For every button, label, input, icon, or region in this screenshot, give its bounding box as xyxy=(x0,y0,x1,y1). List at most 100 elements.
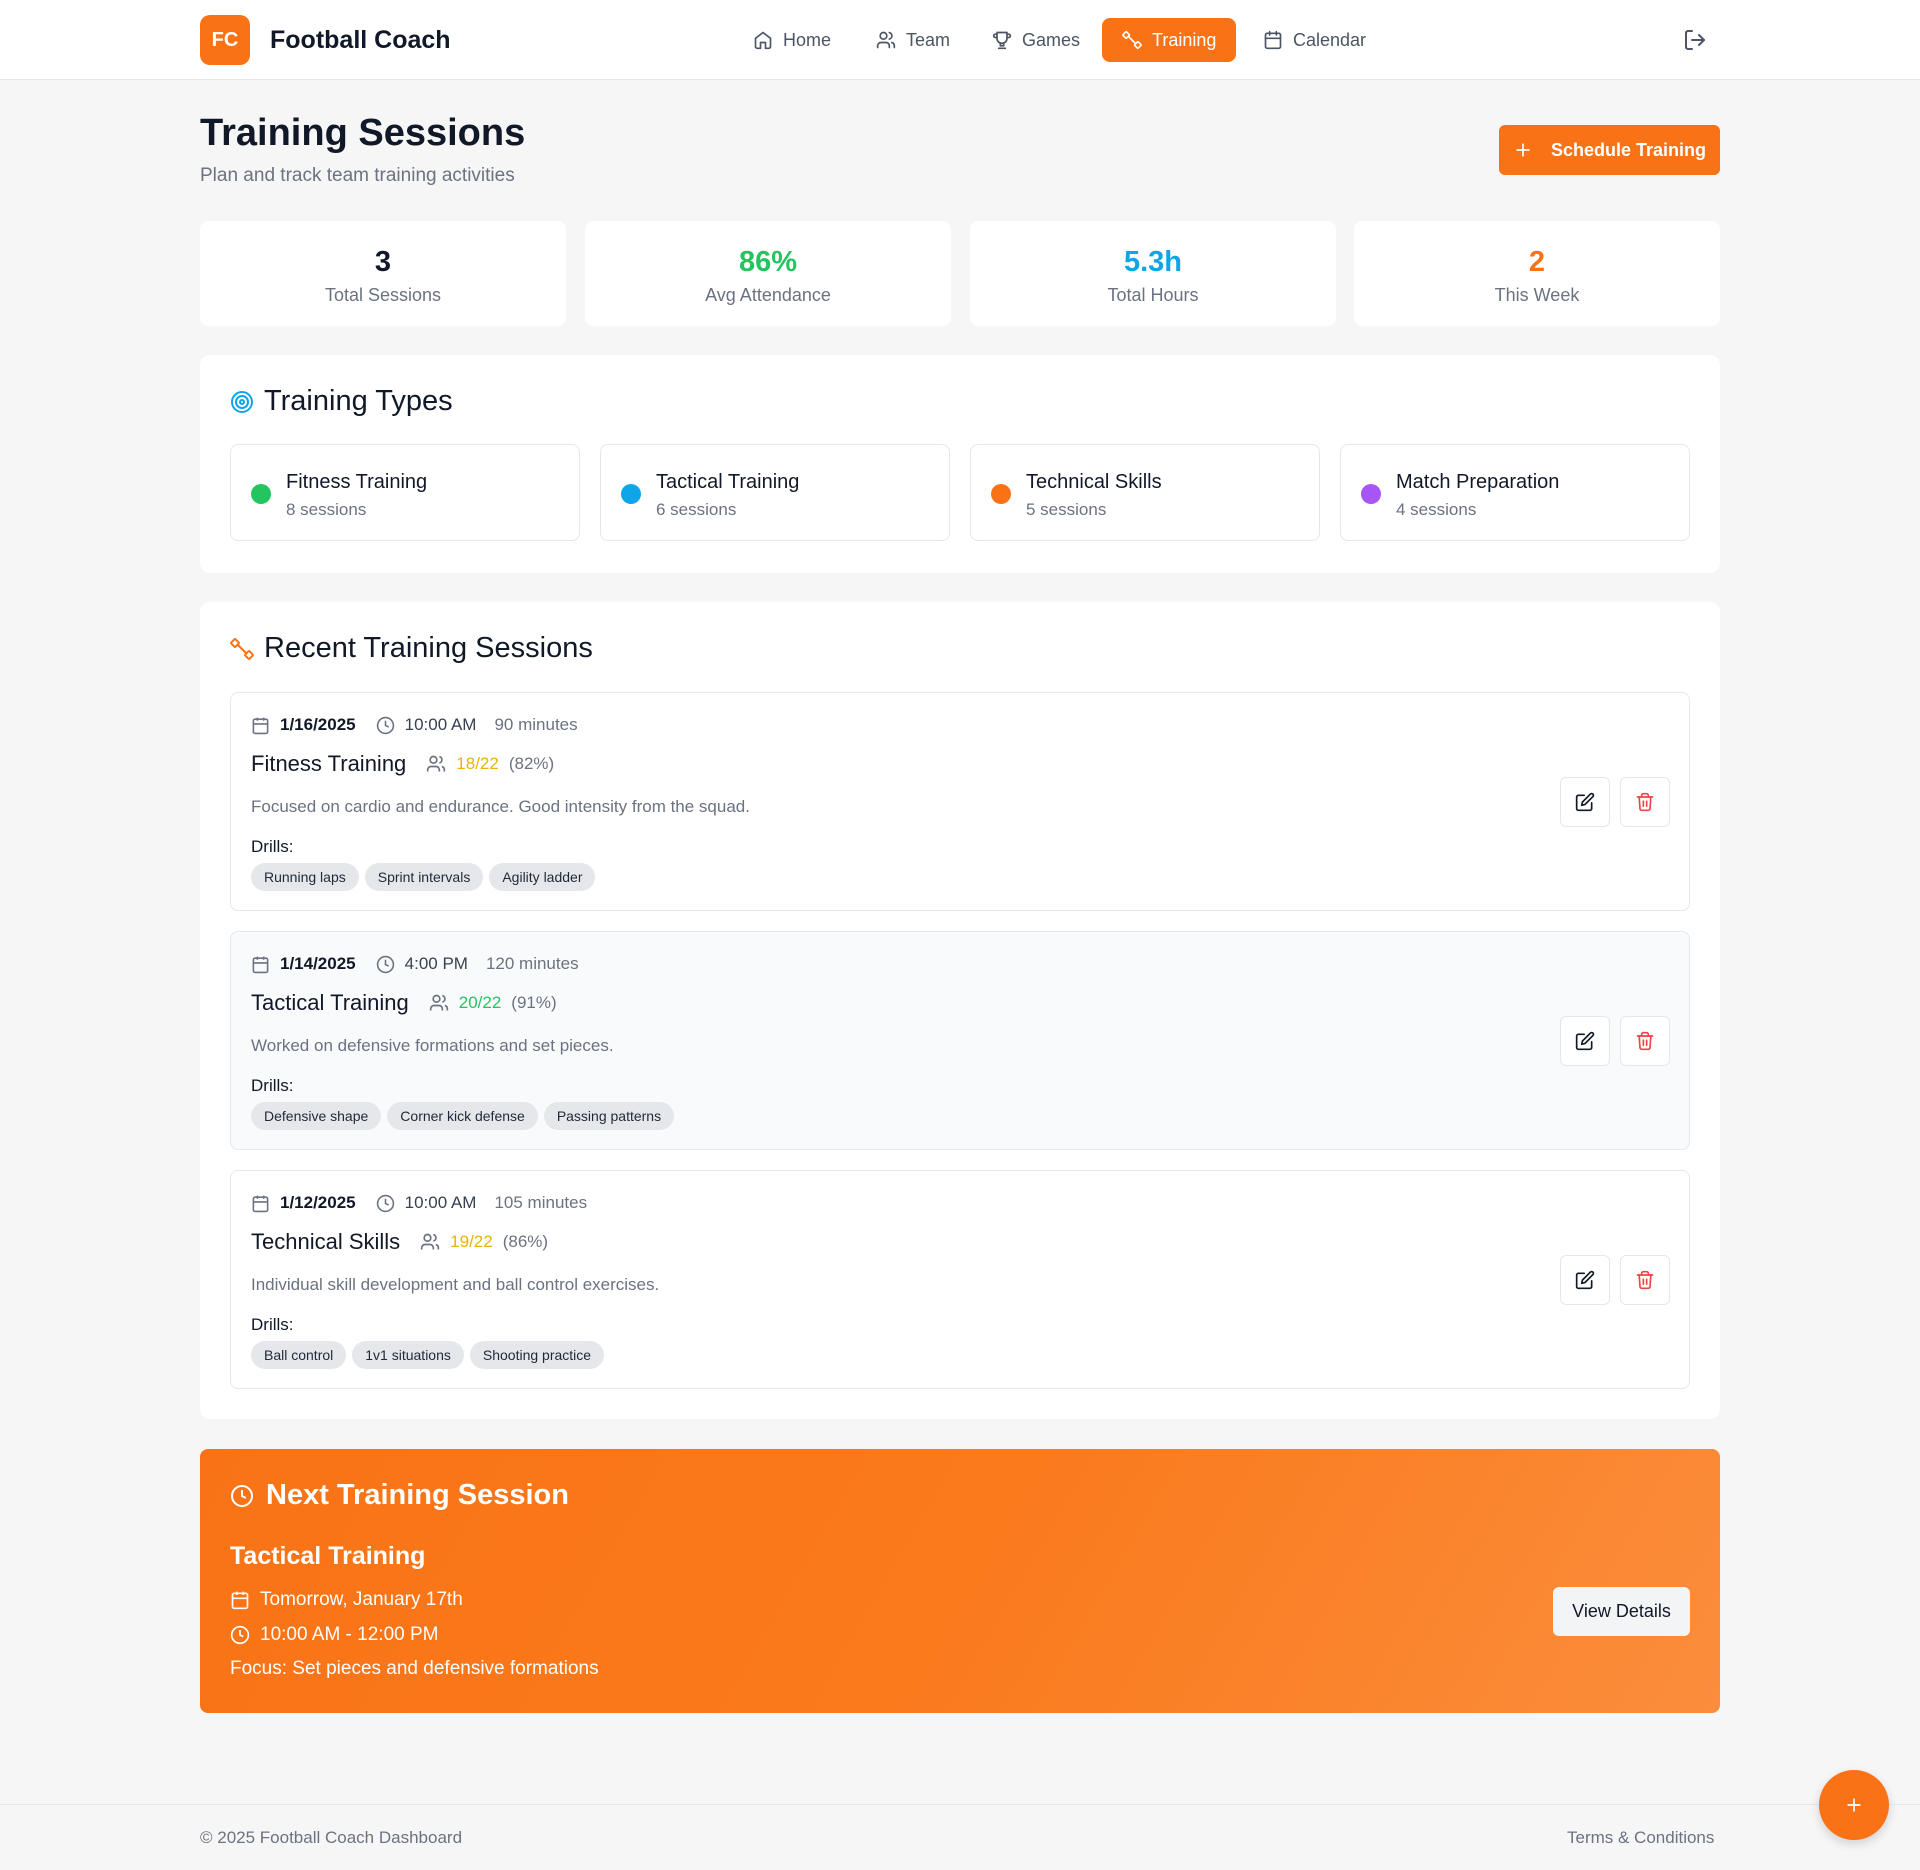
clock-icon xyxy=(376,716,394,734)
drills-label: Drills: xyxy=(251,837,294,856)
drill-tag: Corner kick defense xyxy=(387,1102,538,1130)
stat-value: 5.3h xyxy=(1123,246,1183,278)
session-notes: Focused on cardio and endurance. Good in… xyxy=(251,797,750,816)
training-type-tactical[interactable]: Tactical Training 6 sessions xyxy=(600,444,950,541)
session-title-row: Technical Skills 19/22 (86%) xyxy=(251,1229,548,1255)
target-icon xyxy=(231,390,253,413)
nav-item-team[interactable]: Team xyxy=(856,18,970,62)
session-time: 10:00 AM xyxy=(404,715,477,734)
logout-icon[interactable] xyxy=(1683,28,1707,52)
edit-icon xyxy=(1575,1031,1595,1051)
session-title-row: Tactical Training 20/22 (91%) xyxy=(251,990,557,1016)
users-icon xyxy=(427,755,446,772)
nav-item-games[interactable]: Games xyxy=(972,18,1100,62)
drill-tag: Passing patterns xyxy=(543,1102,675,1130)
calendar-icon xyxy=(231,1591,249,1610)
type-name: Tactical Training xyxy=(656,471,800,493)
page-title: Training Sessions xyxy=(200,112,526,154)
stat-value: 2 xyxy=(1528,246,1546,278)
nav-item-calendar[interactable]: Calendar xyxy=(1243,18,1386,62)
type-count: 6 sessions xyxy=(656,500,737,519)
session-row[interactable]: 1/16/2025 10:00 AM 90 minutes Fitness Tr… xyxy=(230,692,1690,911)
stat-card-this-week: 2 This Week xyxy=(1354,221,1720,326)
session-title-row: Fitness Training 18/22 (82%) xyxy=(251,751,554,777)
nav-label: Games xyxy=(1022,29,1081,50)
session-date: 1/14/2025 xyxy=(280,954,356,973)
stat-card-total-sessions: 3 Total Sessions xyxy=(200,221,566,326)
delete-session-button[interactable] xyxy=(1620,1255,1670,1305)
delete-session-button[interactable] xyxy=(1620,1016,1670,1066)
drill-tag: Running laps xyxy=(251,863,359,891)
schedule-training-button[interactable]: Schedule Training xyxy=(1499,125,1720,175)
stat-card-total-hours: 5.3h Total Hours xyxy=(970,221,1336,326)
type-count: 4 sessions xyxy=(1396,500,1477,519)
app-name[interactable]: Football Coach xyxy=(270,26,451,55)
trash-icon xyxy=(1636,1270,1654,1290)
calendar-icon xyxy=(1264,30,1282,50)
session-attendance: 18/22 xyxy=(456,754,499,773)
next-session-date-row: Tomorrow, January 17th xyxy=(230,1589,463,1611)
training-type-match-prep[interactable]: Match Preparation 4 sessions xyxy=(1340,444,1690,541)
top-navbar: FC Football Coach Home Team Games Traini… xyxy=(0,0,1920,80)
type-name: Fitness Training xyxy=(286,471,428,493)
training-type-fitness[interactable]: Fitness Training 8 sessions xyxy=(230,444,580,541)
type-count: 5 sessions xyxy=(1026,500,1107,519)
dumbbell-icon xyxy=(230,637,254,660)
home-icon xyxy=(754,31,772,50)
recent-sessions-title: Recent Training Sessions xyxy=(264,632,593,664)
drill-tag: Shooting practice xyxy=(469,1341,605,1369)
session-attendance-pct: (91%) xyxy=(511,993,557,1012)
app-logo[interactable]: FC xyxy=(200,15,250,65)
session-row[interactable]: 1/12/2025 10:00 AM 105 minutes Technical… xyxy=(230,1170,1690,1389)
type-count: 8 sessions xyxy=(286,500,367,519)
training-type-technical[interactable]: Technical Skills 5 sessions xyxy=(970,444,1320,541)
footer: © 2025 Football Coach Dashboard Terms & … xyxy=(0,1804,1920,1870)
view-details-button[interactable]: View Details xyxy=(1553,1587,1690,1636)
stat-label: Avg Attendance xyxy=(705,285,831,305)
session-title: Technical Skills xyxy=(251,1229,401,1254)
type-name: Match Preparation xyxy=(1396,471,1560,493)
next-session-card: Next Training Session Tactical Training … xyxy=(200,1449,1720,1713)
training-types-heading: Training Types xyxy=(230,385,453,418)
next-session-title-heading: Next Training Session xyxy=(266,1479,569,1511)
footer-copyright: © 2025 Football Coach Dashboard xyxy=(200,1828,463,1847)
trophy-icon xyxy=(992,31,1012,50)
nav-label: Home xyxy=(783,29,832,50)
session-title: Tactical Training xyxy=(251,990,409,1015)
calendar-icon xyxy=(252,956,269,973)
stat-card-avg-attendance: 86% Avg Attendance xyxy=(585,221,951,326)
drill-tags: Running laps Sprint intervals Agility la… xyxy=(251,863,596,891)
training-types-title: Training Types xyxy=(264,385,453,417)
session-time: 10:00 AM xyxy=(404,1193,477,1212)
type-color-dot xyxy=(621,484,641,504)
add-fab-button[interactable] xyxy=(1819,1770,1889,1840)
edit-icon xyxy=(1575,792,1595,812)
edit-session-button[interactable] xyxy=(1560,1016,1610,1066)
type-name: Technical Skills xyxy=(1026,471,1162,493)
nav-item-home[interactable]: Home xyxy=(733,18,851,62)
terms-link[interactable]: Terms & Conditions xyxy=(1567,1828,1714,1848)
session-attendance-pct: (86%) xyxy=(502,1232,549,1251)
edit-session-button[interactable] xyxy=(1560,777,1610,827)
session-meta: 1/12/2025 10:00 AM 105 minutes xyxy=(251,1193,587,1213)
drill-tag: Agility ladder xyxy=(489,863,596,891)
edit-icon xyxy=(1575,1270,1595,1290)
nav-item-training[interactable]: Training xyxy=(1102,18,1237,62)
users-icon xyxy=(421,1233,440,1250)
clock-icon xyxy=(230,1625,250,1645)
dumbbell-icon xyxy=(1122,30,1142,50)
session-row[interactable]: 1/14/2025 4:00 PM 120 minutes Tactical T… xyxy=(230,931,1690,1150)
calendar-icon xyxy=(252,1195,269,1212)
clock-icon xyxy=(231,1484,253,1507)
users-icon xyxy=(429,994,448,1011)
delete-session-button[interactable] xyxy=(1620,777,1670,827)
stat-label: This Week xyxy=(1494,285,1580,305)
recent-sessions-heading: Recent Training Sessions xyxy=(230,632,593,665)
edit-session-button[interactable] xyxy=(1560,1255,1610,1305)
page-subtitle: Plan and track team training activities xyxy=(200,165,515,186)
session-notes: Worked on defensive formations and set p… xyxy=(251,1036,614,1055)
nav-label: Training xyxy=(1152,29,1217,50)
session-attendance: 20/22 xyxy=(458,993,502,1012)
session-duration: 105 minutes xyxy=(494,1193,588,1212)
session-date: 1/16/2025 xyxy=(280,715,356,734)
